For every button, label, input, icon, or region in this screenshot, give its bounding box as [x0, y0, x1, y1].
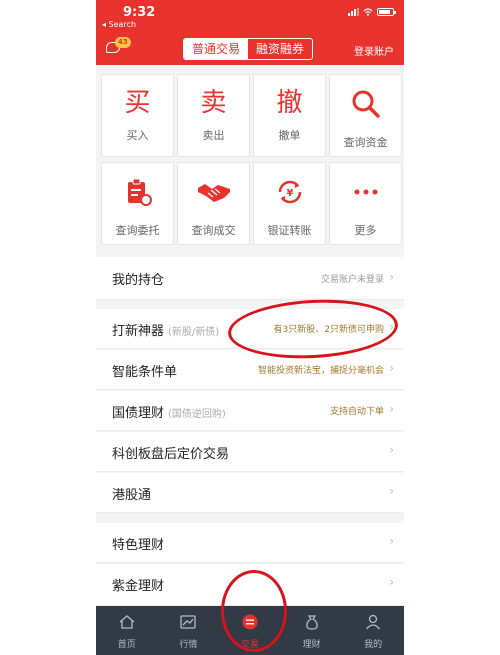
tab-margin-trade[interactable]: 融资融券 — [248, 39, 312, 59]
clipboard-icon — [127, 178, 152, 206]
function-grid: 买 买入 卖 卖出 撤 撤单 查询资金 查询委托 查询成交 ¥ 银证转账 更多 — [96, 66, 404, 246]
cancel-order-label: 撤单 — [278, 129, 301, 142]
list-item-star-market[interactable]: 科创板盘后定价交易 › — [96, 432, 404, 472]
login-account-link[interactable]: 登录账户 — [354, 43, 394, 58]
status-time: 9:32 — [123, 5, 156, 20]
chevron-right-icon: › — [389, 575, 394, 589]
list-item-treasury[interactable]: 国债理财 (国债逆回购) 支持自动下单 › — [96, 391, 404, 431]
sell-button[interactable]: 卖 卖出 — [177, 74, 250, 157]
query-funds-label: 查询资金 — [343, 136, 388, 149]
tab-mine[interactable]: 我的 — [342, 606, 404, 655]
app-header: 9:32 ◂ Search 43 普通交易 融资融券 登录账户 — [96, 0, 404, 65]
chevron-right-icon: › — [389, 484, 394, 498]
cancel-order-button[interactable]: 撤 撤单 — [253, 74, 326, 157]
chevron-right-icon: › — [389, 443, 394, 457]
row-title: 紫金理财 — [112, 579, 165, 594]
more-dots-icon — [354, 189, 377, 195]
more-button[interactable]: 更多 — [329, 162, 402, 245]
row-status: 支持自动下单 — [329, 407, 384, 417]
row-title: 国债理财 (国债逆回购) — [112, 406, 226, 421]
handshake-icon — [197, 184, 230, 202]
more-label: 更多 — [354, 224, 377, 237]
list-item-special-finance[interactable]: 特色理财 › — [96, 523, 404, 563]
battery-icon — [377, 8, 396, 16]
chart-icon — [180, 615, 197, 629]
chevron-right-icon: › — [389, 402, 394, 416]
cancel-order-icon: 撤 — [276, 88, 303, 118]
back-to-search-link[interactable]: ◂ Search — [102, 20, 136, 29]
row-status: 交易账户未登录 — [320, 275, 384, 285]
annotation-circle — [221, 570, 287, 652]
query-funds-button[interactable]: 查询资金 — [329, 74, 402, 157]
row-title: 打新神器 (新股/新债) — [112, 324, 220, 339]
bank-transfer-button[interactable]: ¥ 银证转账 — [253, 162, 326, 245]
wifi-icon — [363, 8, 373, 16]
status-icons — [348, 8, 396, 16]
buy-label: 买入 — [126, 129, 149, 142]
home-icon — [119, 615, 135, 629]
row-title: 我的持仓 — [112, 273, 165, 288]
tab-label: 行情 — [179, 640, 198, 650]
tab-label: 我的 — [364, 640, 383, 650]
buy-button[interactable]: 买 买入 — [101, 74, 174, 157]
row-subtitle: (新股/新债) — [168, 327, 220, 338]
search-icon — [352, 90, 380, 118]
row-title: 特色理财 — [112, 538, 165, 553]
signal-icon — [348, 8, 359, 16]
tab-normal-trade[interactable]: 普通交易 — [184, 39, 248, 59]
row-title: 港股通 — [112, 488, 152, 503]
row-title: 智能条件单 — [112, 365, 178, 380]
chevron-right-icon: › — [389, 361, 394, 375]
list-item-holdings[interactable]: 我的持仓 交易账户未登录 › — [96, 257, 404, 300]
query-orders-label: 查询委托 — [115, 224, 160, 237]
query-deals-label: 查询成交 — [191, 224, 236, 237]
moneybag-icon — [305, 615, 318, 630]
trade-mode-segmented: 普通交易 融资融券 — [183, 38, 313, 60]
message-badge: 43 — [115, 37, 131, 48]
yen-transfer-icon: ¥ — [278, 180, 301, 204]
list-item-smart-order[interactable]: 智能条件单 智能投资新法宝，捕捉分毫机会 › — [96, 350, 404, 390]
list-item-hk-connect[interactable]: 港股通 › — [96, 473, 404, 513]
tab-market[interactable]: 行情 — [158, 606, 220, 655]
row-subtitle: (国债逆回购) — [168, 409, 226, 420]
bank-transfer-label: 银证转账 — [267, 224, 312, 237]
buy-icon: 买 — [124, 88, 151, 118]
sell-label: 卖出 — [202, 129, 225, 142]
row-title: 科创板盘后定价交易 — [112, 447, 230, 462]
tab-home[interactable]: 首页 — [96, 606, 158, 655]
tab-finance[interactable]: 理财 — [281, 606, 343, 655]
query-deals-button[interactable]: 查询成交 — [177, 162, 250, 245]
chevron-right-icon: › — [389, 270, 394, 284]
tab-label: 首页 — [117, 640, 136, 650]
person-icon — [366, 614, 381, 630]
row-status: 智能投资新法宝，捕捉分毫机会 — [257, 366, 384, 376]
svg-text:¥: ¥ — [286, 188, 293, 199]
query-orders-button[interactable]: 查询委托 — [101, 162, 174, 245]
sell-icon: 卖 — [200, 88, 227, 118]
tab-label: 理财 — [302, 640, 321, 650]
chevron-right-icon: › — [389, 534, 394, 548]
